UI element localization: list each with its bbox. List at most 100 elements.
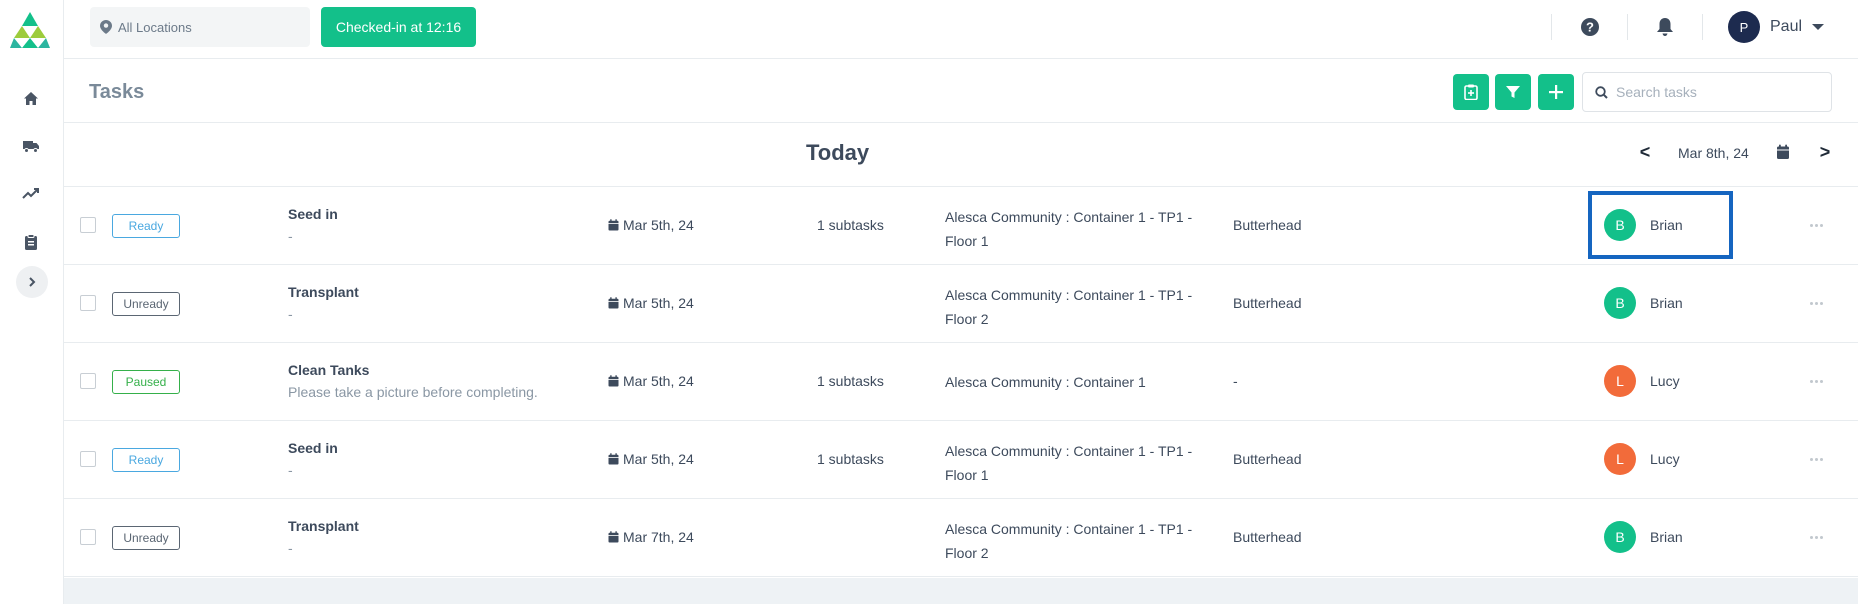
row-checkbox[interactable]	[80, 373, 96, 389]
subtask-count[interactable]: 1 subtasks	[817, 451, 884, 467]
task-crop: Butterhead	[1233, 451, 1302, 467]
svg-text:?: ?	[1586, 20, 1594, 35]
status-badge: Unready	[112, 526, 180, 550]
status-badge: Ready	[112, 214, 180, 238]
search-input[interactable]	[1616, 84, 1816, 100]
help-icon[interactable]: ?	[1578, 15, 1602, 39]
task-location: Alesca Community : Container 1 - TP1 - F…	[945, 209, 1193, 249]
next-day-button[interactable]: >	[1813, 140, 1837, 164]
checkin-button[interactable]: Checked-in at 12:16	[321, 7, 476, 47]
user-name: Paul	[1770, 18, 1803, 35]
previous-day-button[interactable]: <	[1633, 140, 1657, 164]
task-date: Mar 5th, 24	[608, 373, 694, 389]
table-row[interactable]: Ready Seed in - Mar 5th, 24 1 subtasks A…	[64, 187, 1858, 265]
search-icon	[1595, 85, 1608, 99]
calendar-icon	[608, 375, 619, 387]
task-date: Mar 7th, 24	[608, 529, 694, 545]
table-row[interactable]: Unready Transplant - Mar 7th, 24 Alesca …	[64, 499, 1858, 577]
clipboard-icon[interactable]	[20, 231, 42, 253]
task-date-label: Mar 5th, 24	[623, 373, 694, 389]
task-name[interactable]: Seed in	[288, 440, 338, 456]
assignee[interactable]: B Brian	[1604, 521, 1683, 553]
task-templates-button[interactable]	[1453, 74, 1489, 110]
more-options-icon[interactable]	[1806, 451, 1826, 467]
assignee[interactable]: L Lucy	[1604, 365, 1680, 397]
subtask-count[interactable]: 1 subtasks	[817, 373, 884, 389]
assignee[interactable]: L Lucy	[1604, 443, 1680, 475]
assignee[interactable]: B Brian	[1604, 287, 1683, 319]
more-options-icon[interactable]	[1806, 217, 1826, 233]
map-pin-icon	[100, 20, 112, 34]
row-checkbox[interactable]	[80, 295, 96, 311]
table-row[interactable]: Paused Clean Tanks Please take a picture…	[64, 343, 1858, 421]
calendar-icon	[608, 219, 619, 231]
task-description: -	[288, 228, 293, 244]
more-options-icon[interactable]	[1806, 529, 1826, 545]
chevron-right-icon	[29, 277, 36, 287]
task-location: Alesca Community : Container 1 - TP1 - F…	[945, 521, 1193, 561]
assignee[interactable]: B Brian	[1604, 209, 1683, 241]
home-icon[interactable]	[20, 88, 42, 110]
location-select[interactable]: All Locations	[90, 7, 310, 47]
filter-button[interactable]	[1495, 74, 1531, 110]
subtask-count[interactable]: 1 subtasks	[817, 217, 884, 233]
add-task-button[interactable]	[1538, 74, 1574, 110]
avatar: B	[1604, 209, 1636, 241]
task-crop: -	[1233, 373, 1238, 389]
expand-sidebar-button[interactable]	[16, 266, 48, 298]
row-checkbox[interactable]	[80, 217, 96, 233]
task-date: Mar 5th, 24	[608, 217, 694, 233]
sidebar	[0, 0, 64, 604]
task-crop: Butterhead	[1233, 529, 1302, 545]
task-date-label: Mar 5th, 24	[623, 217, 694, 233]
truck-icon[interactable]	[20, 135, 42, 157]
caret-down-icon	[1812, 24, 1825, 30]
footer-band	[64, 578, 1858, 604]
table-row[interactable]: Unready Transplant - Mar 5th, 24 Alesca …	[64, 265, 1858, 343]
task-name[interactable]: Transplant	[288, 284, 359, 300]
status-badge: Ready	[112, 448, 180, 472]
row-checkbox[interactable]	[80, 451, 96, 467]
task-location: Alesca Community : Container 1 - TP1 - F…	[945, 287, 1193, 327]
assignee-name: Brian	[1650, 217, 1683, 233]
task-crop: Butterhead	[1233, 217, 1302, 233]
task-description: -	[288, 306, 293, 322]
task-name[interactable]: Seed in	[288, 206, 338, 222]
task-date: Mar 5th, 24	[608, 295, 694, 311]
page-title: Tasks	[89, 81, 145, 103]
task-date-label: Mar 5th, 24	[623, 451, 694, 467]
task-description: -	[288, 462, 293, 478]
day-header: Today < Mar 8th, 24 >	[64, 124, 1858, 187]
current-date: Mar 8th, 24	[1678, 145, 1749, 161]
app-logo[interactable]	[8, 8, 52, 52]
row-checkbox[interactable]	[80, 529, 96, 545]
more-options-icon[interactable]	[1806, 373, 1826, 389]
avatar: B	[1604, 521, 1636, 553]
avatar: L	[1604, 365, 1636, 397]
clipboard-icon	[1464, 84, 1478, 100]
calendar-icon[interactable]	[1776, 144, 1794, 162]
status-badge: Paused	[112, 370, 180, 394]
task-date: Mar 5th, 24	[608, 451, 694, 467]
task-name[interactable]: Clean Tanks	[288, 362, 369, 378]
page-header: Tasks	[64, 60, 1858, 123]
divider	[1627, 14, 1628, 40]
table-row[interactable]: Ready Seed in - Mar 5th, 24 1 subtasks A…	[64, 421, 1858, 499]
day-title: Today	[806, 140, 870, 165]
bell-icon[interactable]	[1653, 15, 1677, 39]
divider	[1702, 14, 1703, 40]
top-bar: All Locations Checked-in at 12:16 ? P Pa…	[64, 0, 1858, 59]
avatar: B	[1604, 287, 1636, 319]
plus-icon	[1549, 85, 1563, 99]
user-menu[interactable]: P Paul	[1728, 11, 1825, 43]
calendar-icon	[608, 453, 619, 465]
task-list: Ready Seed in - Mar 5th, 24 1 subtasks A…	[64, 187, 1858, 577]
task-location: Alesca Community : Container 1	[945, 374, 1146, 390]
task-name[interactable]: Transplant	[288, 518, 359, 534]
location-select-label: All Locations	[118, 19, 192, 35]
trend-icon[interactable]	[20, 182, 42, 204]
more-options-icon[interactable]	[1806, 295, 1826, 311]
avatar: L	[1604, 443, 1636, 475]
assignee-name: Brian	[1650, 529, 1683, 545]
calendar-icon	[608, 531, 619, 543]
